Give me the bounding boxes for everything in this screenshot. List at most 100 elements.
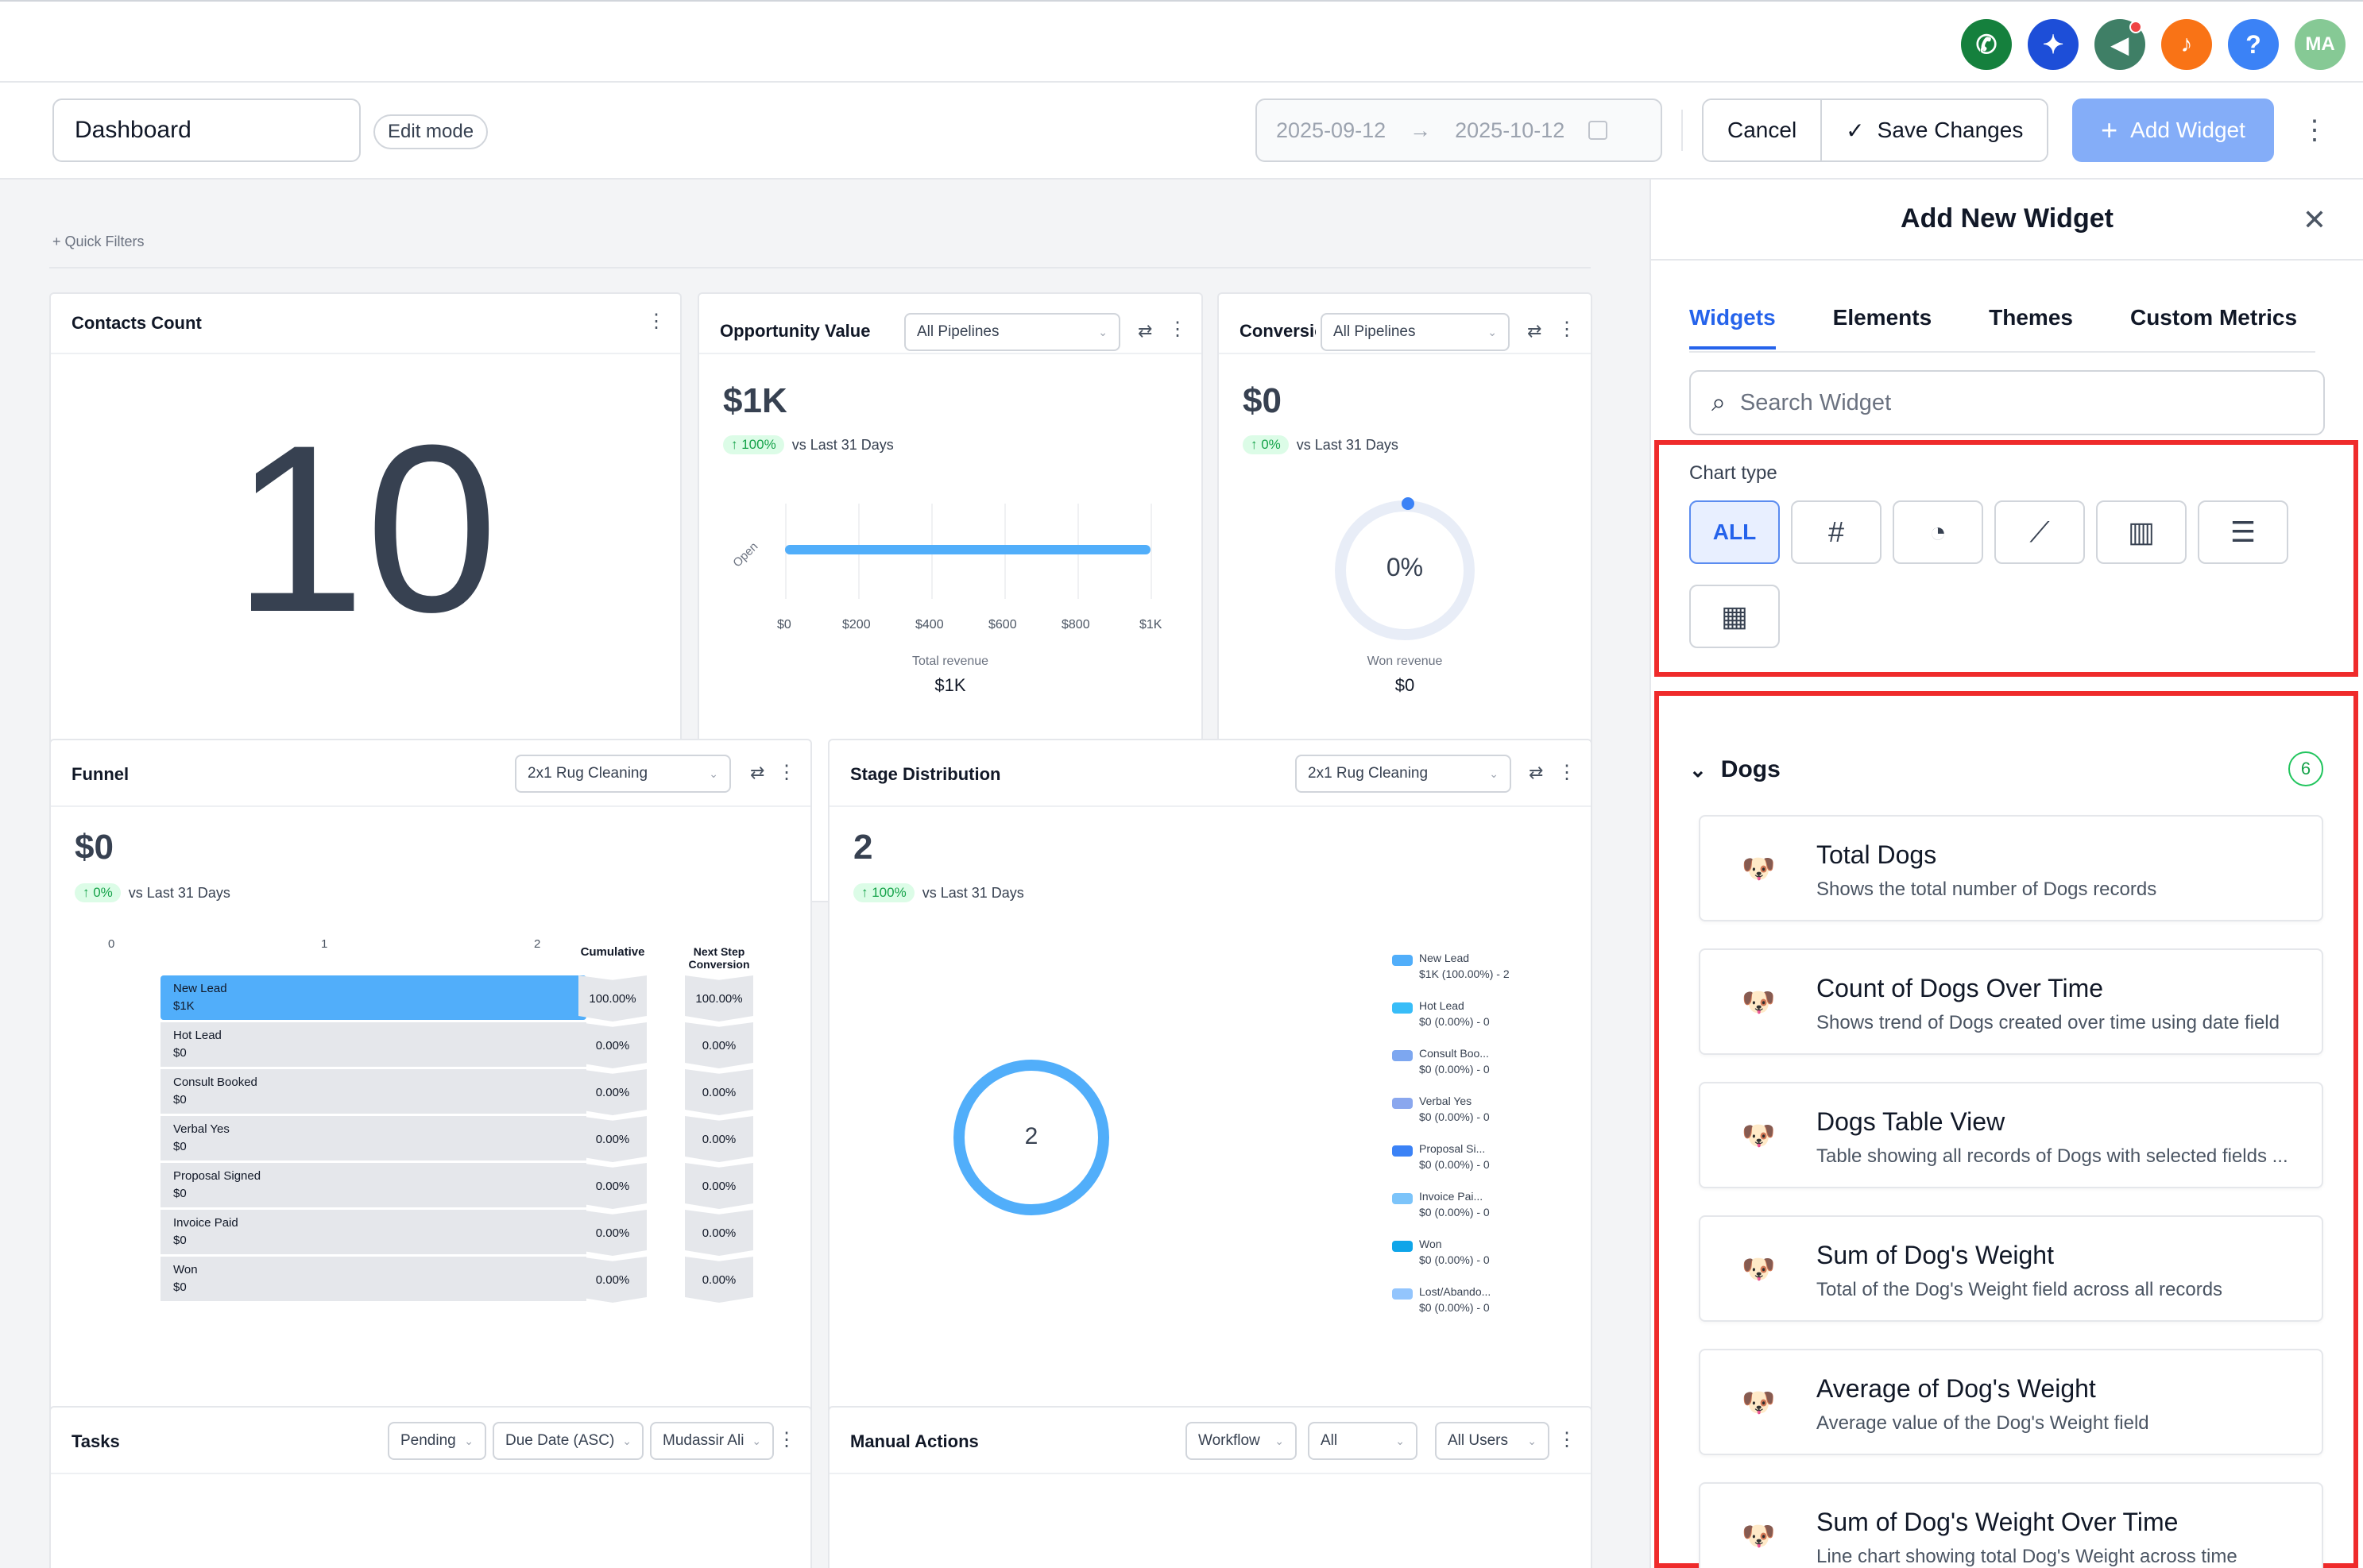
edit-mode-badge: Edit mode <box>373 114 489 149</box>
legend-value: $0 (0.00%) - 0 <box>1419 1110 1490 1123</box>
delta-badge: ↑ 0% <box>1243 435 1289 454</box>
quick-filters-button[interactable]: + Quick Filters <box>52 234 145 250</box>
number-icon[interactable]: # <box>1791 500 1882 564</box>
x-tick: $800 <box>1062 618 1090 631</box>
cumulative-cell: 0.00% <box>578 1069 647 1115</box>
card-menu-icon[interactable]: ⋮ <box>647 310 666 333</box>
legend-item[interactable]: New Lead $1K (100.00%) - 2 <box>1392 950 1510 982</box>
gridline <box>1151 504 1152 599</box>
funnel-stage-row: Proposal Signed $0 <box>160 1163 586 1207</box>
widget-option-card[interactable]: 🐶 Dogs Table View Table showing all record… <box>1699 1082 2323 1188</box>
donut-chart: 2 <box>953 1060 1109 1215</box>
save-changes-button[interactable]: ✓ Save Changes <box>1820 100 2048 160</box>
axis-tick: 0 <box>108 937 115 951</box>
toolbar-divider <box>1681 110 1683 151</box>
megaphone-icon[interactable]: ◀ <box>2094 19 2145 70</box>
next-step-cell: 0.00% <box>685 1022 753 1068</box>
manual-actions-card[interactable]: Manual Actions Workflow ⌄ All ⌄ All Users ⌄… <box>828 1406 1592 1568</box>
chart-type-all[interactable]: ALL <box>1689 500 1780 564</box>
pipeline-select[interactable]: All Pipelines ⌄ <box>1321 313 1510 351</box>
dashboard-name-input[interactable]: Dashboard <box>52 98 361 162</box>
tab-widgets[interactable]: Widgets <box>1689 305 1776 350</box>
legend-item[interactable]: Consult Boo... $0 (0.00%) - 0 <box>1392 1045 1490 1077</box>
bar-chart-icon[interactable]: ▥ <box>2096 500 2187 564</box>
notification-dot <box>2129 21 2142 33</box>
cumulative-cell: 100.00% <box>578 975 647 1022</box>
legend-item[interactable]: Verbal Yes $0 (0.00%) - 0 <box>1392 1093 1490 1125</box>
pipeline-select[interactable]: All Pipelines ⌄ <box>904 313 1120 351</box>
tab-custom-metrics[interactable]: Custom Metrics <box>2130 305 2297 350</box>
pipeline-select[interactable]: 2x1 Rug Cleaning ⌄ <box>515 755 731 793</box>
filter-icon[interactable]: ⇄ <box>1527 321 1541 342</box>
user-value: Mudassir Ali <box>663 1432 744 1449</box>
cancel-button[interactable]: Cancel <box>1704 100 1821 160</box>
card-header: Manual Actions Workflow ⌄ All ⌄ All Users ⌄… <box>830 1408 1591 1474</box>
delta-text: vs Last 31 Days <box>791 436 894 453</box>
legend-item[interactable]: Proposal Si... $0 (0.00%) - 0 <box>1392 1141 1490 1172</box>
card-title: Tasks <box>72 1431 120 1451</box>
card-menu-icon[interactable]: ⋮ <box>1168 318 1187 341</box>
legend-item[interactable]: Hot Lead $0 (0.00%) - 0 <box>1392 998 1490 1029</box>
legend-item[interactable]: Invoice Pai... $0 (0.00%) - 0 <box>1392 1188 1490 1220</box>
widget-option-card[interactable]: 🐶 Sum of Dog's Weight Over Time Line chart… <box>1699 1482 2323 1568</box>
sparkle-icon[interactable]: ✦ <box>2028 19 2079 70</box>
delta-badge: ↑ 0% <box>75 883 121 902</box>
card-menu-icon[interactable]: ⋮ <box>1557 318 1576 341</box>
top-icons: ✆ ✦ ◀ ♪ ? MA <box>1961 19 2346 70</box>
card-menu-icon[interactable]: ⋮ <box>1557 761 1576 784</box>
pipeline-value: All Pipelines <box>917 323 1000 340</box>
widget-option-card[interactable]: 🐶 Total Dogs Shows the total number of Dog… <box>1699 815 2323 921</box>
card-menu-icon[interactable]: ⋮ <box>777 1428 796 1451</box>
pie-chart-icon[interactable]: ◔ <box>1893 500 1983 564</box>
tab-themes[interactable]: Themes <box>1989 305 2073 350</box>
bell-icon[interactable]: ♪ <box>2161 19 2212 70</box>
more-options-icon[interactable]: ⋮ <box>2301 114 2328 146</box>
date-range-picker[interactable]: 2025-09-12 → 2025-10-12 <box>1255 98 1662 162</box>
all-select[interactable]: All ⌄ <box>1308 1422 1417 1460</box>
line-chart-icon[interactable]: ⟋ <box>1994 500 2085 564</box>
check-icon: ✓ <box>1846 118 1865 143</box>
search-widget-input[interactable]: ⌕ Search Widget <box>1689 370 2325 435</box>
horizontal-bar-icon[interactable]: ☰ <box>2198 500 2288 564</box>
stage-name: New Lead <box>173 982 227 995</box>
group-header-dogs[interactable]: ⌄ Dogs <box>1689 756 1781 783</box>
avatar[interactable]: MA <box>2295 19 2346 70</box>
filter-icon[interactable]: ⇄ <box>1138 321 1152 342</box>
legend-swatch <box>1392 955 1413 966</box>
legend-item[interactable]: Lost/Abando... $0 (0.00%) - 0 <box>1392 1284 1491 1315</box>
table-icon[interactable]: ▦ <box>1689 585 1780 648</box>
card-menu-icon[interactable]: ⋮ <box>1557 1428 1576 1451</box>
user-select[interactable]: Mudassir Ali ⌄ <box>650 1422 774 1460</box>
next-step-cell: 0.00% <box>685 1069 753 1115</box>
users-select[interactable]: All Users ⌄ <box>1435 1422 1549 1460</box>
tab-elements[interactable]: Elements <box>1833 305 1932 350</box>
chevron-down-icon: ⌄ <box>1527 1434 1537 1447</box>
help-icon[interactable]: ? <box>2228 19 2279 70</box>
chevron-down-icon: ⌄ <box>709 767 718 780</box>
filter-icon[interactable]: ⇄ <box>1529 763 1543 783</box>
widget-option-card[interactable]: 🐶 Sum of Dog's Weight Total of the Dog's W… <box>1699 1215 2323 1322</box>
filter-icon[interactable]: ⇄ <box>750 763 764 783</box>
pipeline-select[interactable]: 2x1 Rug Cleaning ⌄ <box>1295 755 1511 793</box>
arrow-right-icon: → <box>1410 118 1432 142</box>
widget-option-card[interactable]: 🐶 Count of Dogs Over Time Shows trend of D… <box>1699 948 2323 1055</box>
legend-label: Proposal Si... <box>1419 1142 1486 1155</box>
sort-select[interactable]: Due Date (ASC) ⌄ <box>493 1422 644 1460</box>
workflow-select[interactable]: Workflow ⌄ <box>1185 1422 1297 1460</box>
close-icon[interactable]: ✕ <box>2303 203 2326 237</box>
card-title: Conversion <box>1240 321 1316 341</box>
legend-item[interactable]: Won $0 (0.00%) - 0 <box>1392 1236 1490 1268</box>
widget-option-card[interactable]: 🐶 Average of Dog's Weight Average value of… <box>1699 1349 2323 1455</box>
chart-type-label: Chart type <box>1689 462 1777 484</box>
footer-value: $1K <box>934 675 966 695</box>
status-select[interactable]: Pending ⌄ <box>388 1422 486 1460</box>
next-step-cell: 0.00% <box>685 1163 753 1209</box>
pipeline-value: 2x1 Rug Cleaning <box>1308 765 1429 782</box>
legend-value: $0 (0.00%) - 0 <box>1419 1253 1490 1266</box>
card-menu-icon[interactable]: ⋮ <box>777 761 796 784</box>
tasks-card[interactable]: Tasks Pending ⌄ Due Date (ASC) ⌄ Mudassir … <box>49 1406 812 1568</box>
x-tick: $400 <box>915 618 944 631</box>
add-widget-button[interactable]: + Add Widget <box>2072 98 2274 162</box>
phone-icon[interactable]: ✆ <box>1961 19 2012 70</box>
conversion-gauge: 0% <box>1335 497 1475 640</box>
